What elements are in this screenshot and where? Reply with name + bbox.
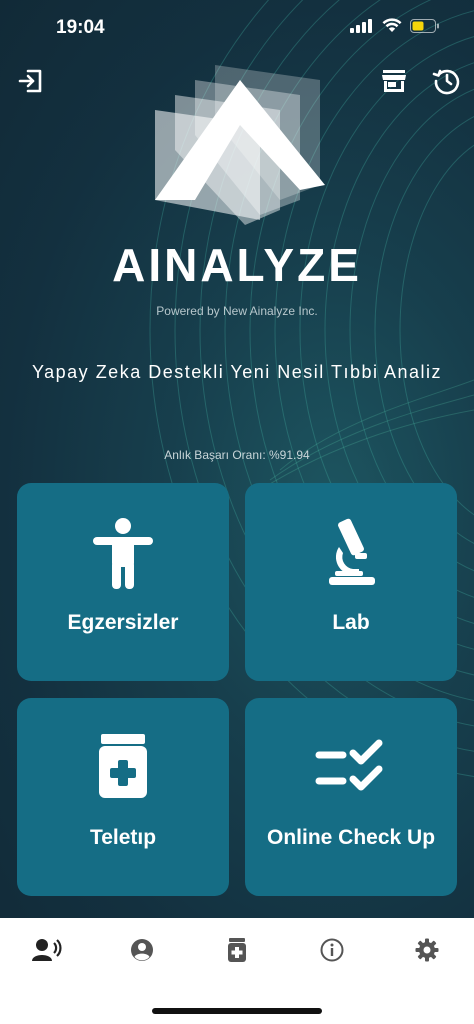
status-time: 19:04: [56, 17, 105, 38]
success-rate: Anlık Başarı Oranı: %91.94: [164, 448, 310, 462]
card-teletip-label: Teletıp: [89, 826, 157, 849]
microscope-icon: [245, 517, 457, 589]
wifi-icon: [382, 18, 402, 32]
checklist-icon: [245, 738, 457, 796]
home-screen: 19:04 AINALYZE Powered by New Ainalyze I…: [0, 0, 474, 918]
tab-settings[interactable]: [397, 936, 457, 964]
history-icon[interactable]: [430, 64, 464, 98]
card-lab-label: Lab: [332, 611, 370, 634]
home-indicator[interactable]: [152, 1008, 322, 1014]
medicine-jar-icon: [17, 732, 229, 800]
tab-voice[interactable]: [17, 936, 77, 964]
signal-icon: [350, 18, 372, 33]
tab-medicine[interactable]: [207, 936, 267, 964]
medicine-icon: [228, 938, 246, 962]
status-bar: 19:04: [0, 0, 474, 56]
logout-icon[interactable]: [14, 64, 48, 98]
battery-icon: [410, 18, 439, 33]
settings-icon: [415, 938, 439, 962]
card-teletip[interactable]: Teletıp: [17, 698, 229, 896]
info-icon: [320, 938, 344, 962]
store-icon[interactable]: [377, 64, 411, 98]
app-logo: [155, 65, 325, 225]
profile-icon: [131, 939, 153, 961]
card-exercises[interactable]: Egzersizler: [17, 483, 229, 681]
person-icon: [17, 517, 229, 589]
tab-info[interactable]: [302, 936, 362, 964]
card-online-checkup-label: Online Check Up: [266, 826, 436, 849]
powered-by-text: Powered by New Ainalyze Inc.: [156, 304, 318, 318]
brand-name: AINALYZE: [112, 239, 362, 291]
card-exercises-label: Egzersizler: [67, 611, 179, 634]
tab-profile[interactable]: [112, 936, 172, 964]
card-lab[interactable]: Lab: [245, 483, 457, 681]
tagline: Yapay Zeka Destekli Yeni Nesil Tıbbi Ana…: [31, 362, 443, 382]
card-online-checkup[interactable]: Online Check Up: [245, 698, 457, 896]
status-icons: [350, 18, 440, 33]
voice-person-icon: [32, 939, 62, 961]
